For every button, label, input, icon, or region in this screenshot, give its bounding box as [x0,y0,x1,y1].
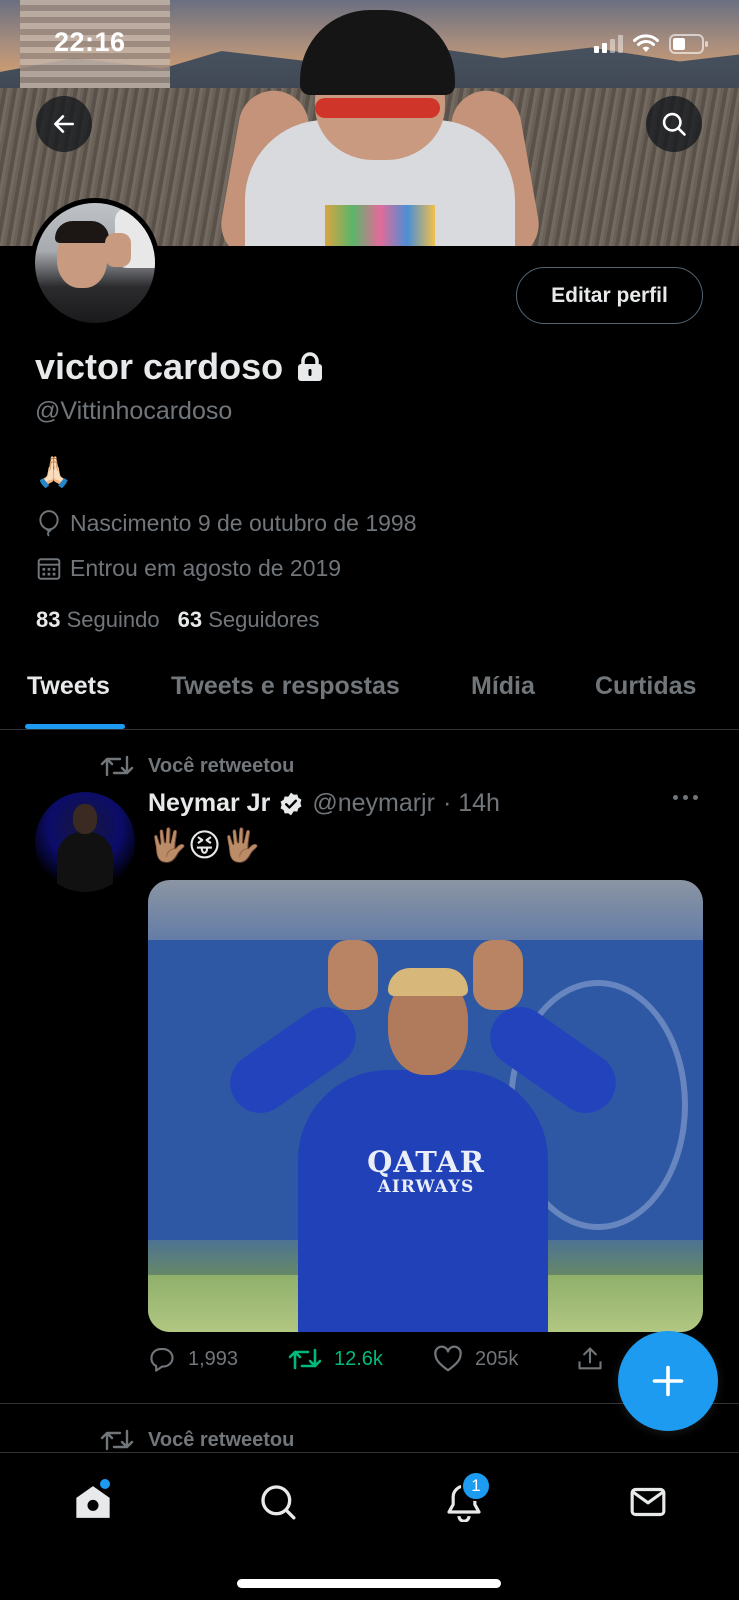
tab-tweets[interactable]: Tweets [27,672,110,701]
reply-count: 1,993 [188,1347,239,1370]
edit-profile-button[interactable]: Editar perfil [516,267,703,324]
profile-name-row: victor cardoso [35,346,325,388]
battery-icon [669,34,708,54]
status-bar: 22:16 [0,0,739,90]
tweet-actions: 1,993 12.6k 205k [148,1345,608,1381]
tweet-media-image[interactable]: QATAR AIRWAYS [148,880,703,1332]
retweet-icon [288,1348,322,1370]
tab-tweets-and-replies[interactable]: Tweets e respostas [171,672,400,701]
search-icon [261,1485,296,1520]
retweet-context: Você retweetou [100,1427,294,1453]
retweet-icon [100,1429,134,1451]
reply-button[interactable]: 1,993 [148,1345,238,1373]
balloon-icon [39,510,59,537]
tweet-author-name[interactable]: Neymar Jr [148,789,270,818]
profile-search-button[interactable] [646,96,702,152]
profile-tabs: Tweets Tweets e respostas Mídia Curtidas [0,664,739,730]
tab-likes[interactable]: Curtidas [595,672,696,701]
retweet-icon [100,755,134,777]
retweet-context: Você retweetou [100,753,294,779]
profile-avatar[interactable] [30,198,160,328]
profile-bio: 🙏🏻 [35,456,73,489]
tweet-author-avatar[interactable] [35,792,135,892]
profile-display-name: victor cardoso [35,346,284,387]
lock-icon [298,352,323,381]
tweet-time: · 14h [442,789,500,817]
reply-icon [150,1348,174,1372]
compose-plus-icon [652,1365,684,1397]
search-icon [662,112,686,136]
profile-handle: @Vittinhocardoso [35,397,233,425]
status-time: 22:16 [54,27,126,57]
tweet-text: 🖐🏽😝🖐🏽 [148,827,262,863]
retweet-count: 12.6k [334,1347,383,1370]
tweet-author-handle: @neymarjr [312,789,435,817]
jersey-sponsor: QATAR AIRWAYS [367,1145,485,1197]
birth-text: Nascimento 9 de outubro de 1998 [70,509,417,536]
active-tab-indicator [25,724,125,729]
tab-media[interactable]: Mídia [471,672,535,701]
mail-icon [630,1487,666,1517]
profile-birth-date: Nascimento 9 de outubro de 1998 [36,509,417,537]
nav-messages[interactable] [623,1477,673,1527]
verified-icon [280,792,302,815]
status-icons [594,34,709,54]
retweet-button[interactable]: 12.6k [288,1345,383,1373]
share-button[interactable] [576,1345,604,1373]
profile-joined-date: Entrou em agosto de 2019 [36,555,341,582]
tweet-header: Neymar Jr @neymarjr · 14h [148,789,500,818]
compose-tweet-button[interactable] [618,1331,718,1431]
cellular-signal-icon [594,35,623,53]
following-link[interactable]: 83 Seguindo [36,607,160,633]
follow-stats: 83 Seguindo 63 Seguidores [36,607,320,633]
retweet-context-label: Você retweetou [148,754,295,777]
share-icon [578,1347,602,1370]
joined-text: Entrou em agosto de 2019 [70,555,342,581]
nav-notifications[interactable]: 1 [439,1471,491,1527]
retweet-context-label: Você retweetou [148,1428,295,1451]
home-new-dot [100,1479,110,1489]
nav-home[interactable] [68,1477,118,1527]
like-count: 205k [475,1347,519,1370]
home-indicator[interactable] [237,1579,501,1588]
back-button[interactable] [36,96,92,152]
like-button[interactable]: 205k [433,1345,518,1373]
wifi-icon [633,34,659,52]
like-icon [434,1345,462,1372]
notification-badge: 1 [461,1471,491,1501]
nav-search[interactable] [253,1477,303,1527]
bottom-navigation: 1 [0,1452,739,1600]
calendar-icon [37,557,61,580]
back-arrow-icon [54,115,74,133]
more-icon[interactable] [673,795,698,800]
followers-link[interactable]: 63 Seguidores [178,607,320,633]
